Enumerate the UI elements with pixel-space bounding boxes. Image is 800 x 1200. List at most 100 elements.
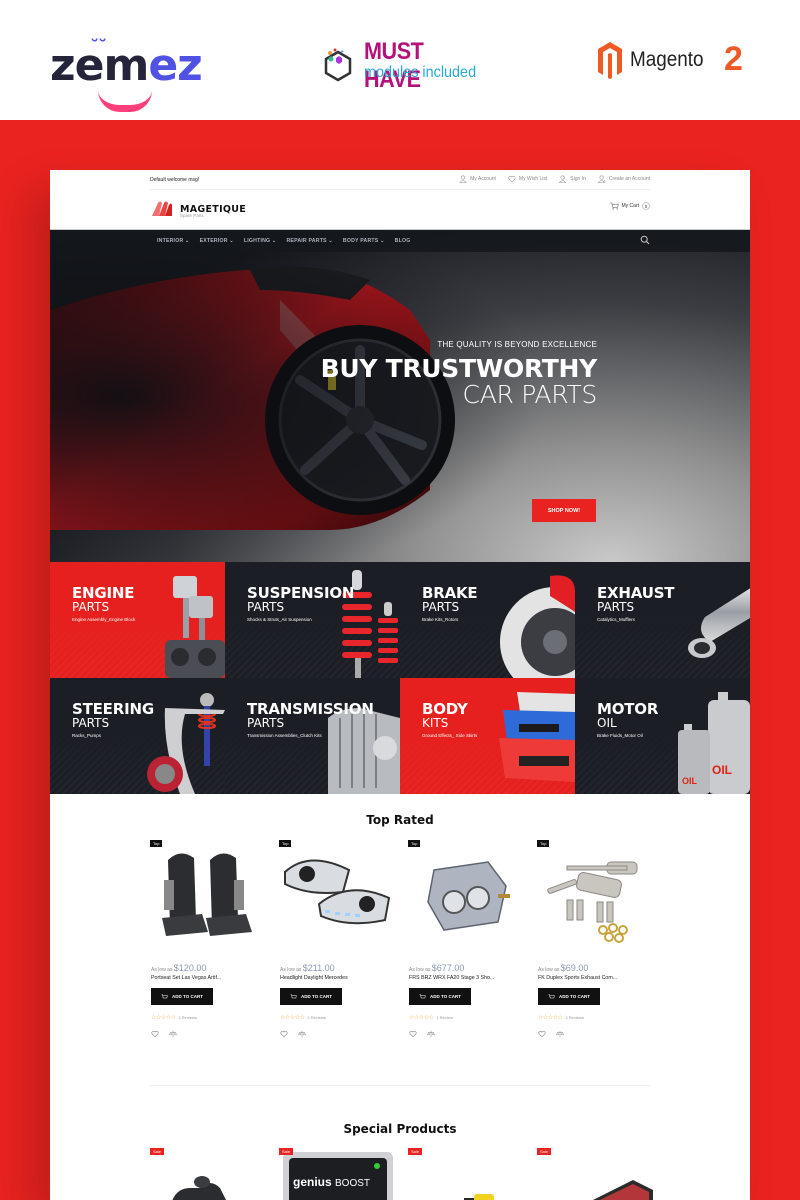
magento-icon [598,42,622,79]
product-name[interactable]: Portseat Set Las Vegas Artif... [151,975,221,981]
create-account-link[interactable]: Create an Account [597,175,650,183]
nav-exterior[interactable]: EXTERIOR ⌄ [200,238,234,244]
steering-part-image [147,693,225,794]
hero-kicker: THE QUALITY IS BEYOND EXCELLENCE [437,340,597,349]
shock-absorber-image [342,570,398,678]
hero-subtitle: CAR PARTS [462,380,598,409]
magento-logo: Magento 2 [596,40,756,85]
top-badge: Top [279,840,292,847]
product-price: $211.00 [302,963,335,973]
nav-blog[interactable]: BLOG [395,238,411,244]
add-to-cart-button[interactable]: ADD TO CART [280,988,342,1005]
add-to-cart-button[interactable]: ADD TO CART [538,988,600,1005]
sale-badge: Sale [408,1148,423,1155]
store-preview: Default welcome msg! My Account My Wish … [50,170,750,1200]
category-exhaust[interactable]: EXHAUST PARTS Catalytics_Mufflers [575,562,750,678]
product-name[interactable]: FRS BRZ WRX FA20 Stage 3 Sho... [409,975,494,981]
hero-caption: THE QUALITY IS BEYOND EXCELLENCE BUY TRU… [320,340,598,409]
product-price: $69.00 [560,963,589,973]
hero-title: BUY TRUSTWORTHY [320,354,598,383]
star-rating: ☆☆☆☆☆ [538,1015,563,1021]
category-motor-oil[interactable]: MOTOR OIL Brake Fluids_Motor Oil OIL OIL [575,678,750,794]
reviews-link[interactable]: 2 Reviews [565,1015,583,1020]
product-card: Top As low as $211.00 Headlight Daylight… [279,840,395,1050]
divider [150,189,650,190]
product-image-headlights[interactable] [279,840,395,950]
top-rated-products: Top As low as $120.00 Portseat Set Las V… [150,840,653,1050]
top-badge: Top [150,840,163,847]
cart-icon [290,993,297,998]
shop-now-button[interactable]: SHOP NOW! [532,499,596,522]
category-brake[interactable]: BRAKE PARTS Brake Kits_Rotors [400,562,575,678]
special-products: Sale Sale genius BOOST Sale Sale [150,1148,653,1200]
compare-icon[interactable] [556,1030,564,1038]
cart-icon [548,993,555,998]
promo-banner: ˘˘ zemez + MUST HAVE modules included Ma… [0,0,800,120]
wishlist-icon[interactable] [409,1030,417,1038]
reviews-link[interactable]: 2 Reviews [178,1015,196,1020]
product-name[interactable]: FK Duplex Sports Exhaust Com... [538,975,617,981]
nav-repair-parts[interactable]: REPAIR PARTS ⌄ [286,238,332,244]
muffler-image [688,588,750,658]
nav-body-parts[interactable]: BODY PARTS ⌄ [343,238,385,244]
nav-lighting[interactable]: LIGHTING ⌄ [244,238,277,244]
svg-text:BOOST: BOOST [335,1178,370,1189]
reviews-link[interactable]: 2 Reviews [307,1015,325,1020]
section-divider [150,1085,650,1086]
bumper-image [499,692,575,782]
product-image-air-filter [593,1180,653,1200]
product-image-seats[interactable] [150,840,266,950]
cart-count-badge: 0 [642,202,650,210]
nav-interior[interactable]: INTERIOR ⌄ [157,238,190,244]
wish-list-link[interactable]: My Wish List [508,175,547,183]
product-card[interactable]: Sale [537,1148,653,1200]
category-body-kits[interactable]: BODY KITS Ground Effects_ Side Skirts [400,678,575,794]
star-rating: ☆☆☆☆☆ [280,1015,305,1021]
wishlist-icon[interactable] [538,1030,546,1038]
category-engine[interactable]: ENGINE PARTS Engine Assembly_Engine Bloc… [50,562,225,678]
magetique-logo-icon [152,201,172,216]
category-transmission[interactable]: TRANSMISSION PARTS Transmission Assembli… [225,678,400,794]
rating: ☆☆☆☆☆ 2 Reviews [151,1014,197,1021]
category-steering[interactable]: STEERING PARTS Racks_Pumps [50,678,225,794]
mini-cart[interactable]: My Cart 0 [610,202,650,210]
product-image-exhaust-kit[interactable] [537,840,653,950]
product-card: Top As low as $69.00 FK Duplex Sports Ex… [537,840,653,1050]
product-image-engine-block[interactable] [408,840,524,950]
svg-text:genius: genius [293,1175,332,1189]
sign-in-link[interactable]: Sign In [559,175,586,183]
product-card[interactable]: Sale genius BOOST [279,1148,395,1200]
svg-text:+: + [340,49,344,56]
sign-in-icon [559,175,567,183]
store-logo[interactable]: MAGETIQUE Spare Parts [150,198,246,220]
product-name[interactable]: Headlight Daylight Mercedes [280,975,348,981]
rating: ☆☆☆☆☆ 2 Reviews [280,1014,326,1021]
cart-icon [610,202,619,210]
compare-icon[interactable] [169,1030,177,1038]
wishlist-icon[interactable] [280,1030,288,1038]
add-to-cart-button[interactable]: ADD TO CART [409,988,471,1005]
add-to-cart-button[interactable]: ADD TO CART [151,988,213,1005]
oil-bottles-image: OIL OIL [678,692,750,794]
category-grid: ENGINE PARTS Engine Assembly_Engine Bloc… [50,562,750,794]
brake-disc-image [500,575,575,678]
my-account-link[interactable]: My Account [459,175,496,183]
product-image-thermostat [172,1176,226,1200]
compare-icon[interactable] [427,1030,435,1038]
wishlist-icon[interactable] [151,1030,159,1038]
reviews-link[interactable]: 1 Review [436,1015,452,1020]
hexagon-icon: + [324,48,352,82]
category-suspension[interactable]: SUSPENSION PARTS Shocks & Struts_Air Sus… [225,562,400,678]
product-card: Top As low as $120.00 Portseat Set Las V… [150,840,266,1050]
product-card[interactable]: Sale [408,1148,524,1200]
svg-text:OIL: OIL [712,763,732,777]
compare-icon[interactable] [298,1030,306,1038]
product-card[interactable]: Sale [150,1148,266,1200]
star-rating: ☆☆☆☆☆ [151,1015,176,1021]
search-icon[interactable] [640,235,650,245]
main-navigation: INTERIOR ⌄ EXTERIOR ⌄ LIGHTING ⌄ REPAIR … [50,230,750,252]
sale-badge: Sale [279,1148,294,1155]
hero-slider: THE QUALITY IS BEYOND EXCELLENCE BUY TRU… [50,230,750,562]
star-rating: ☆☆☆☆☆ [409,1015,434,1021]
sale-badge: Sale [150,1148,165,1155]
